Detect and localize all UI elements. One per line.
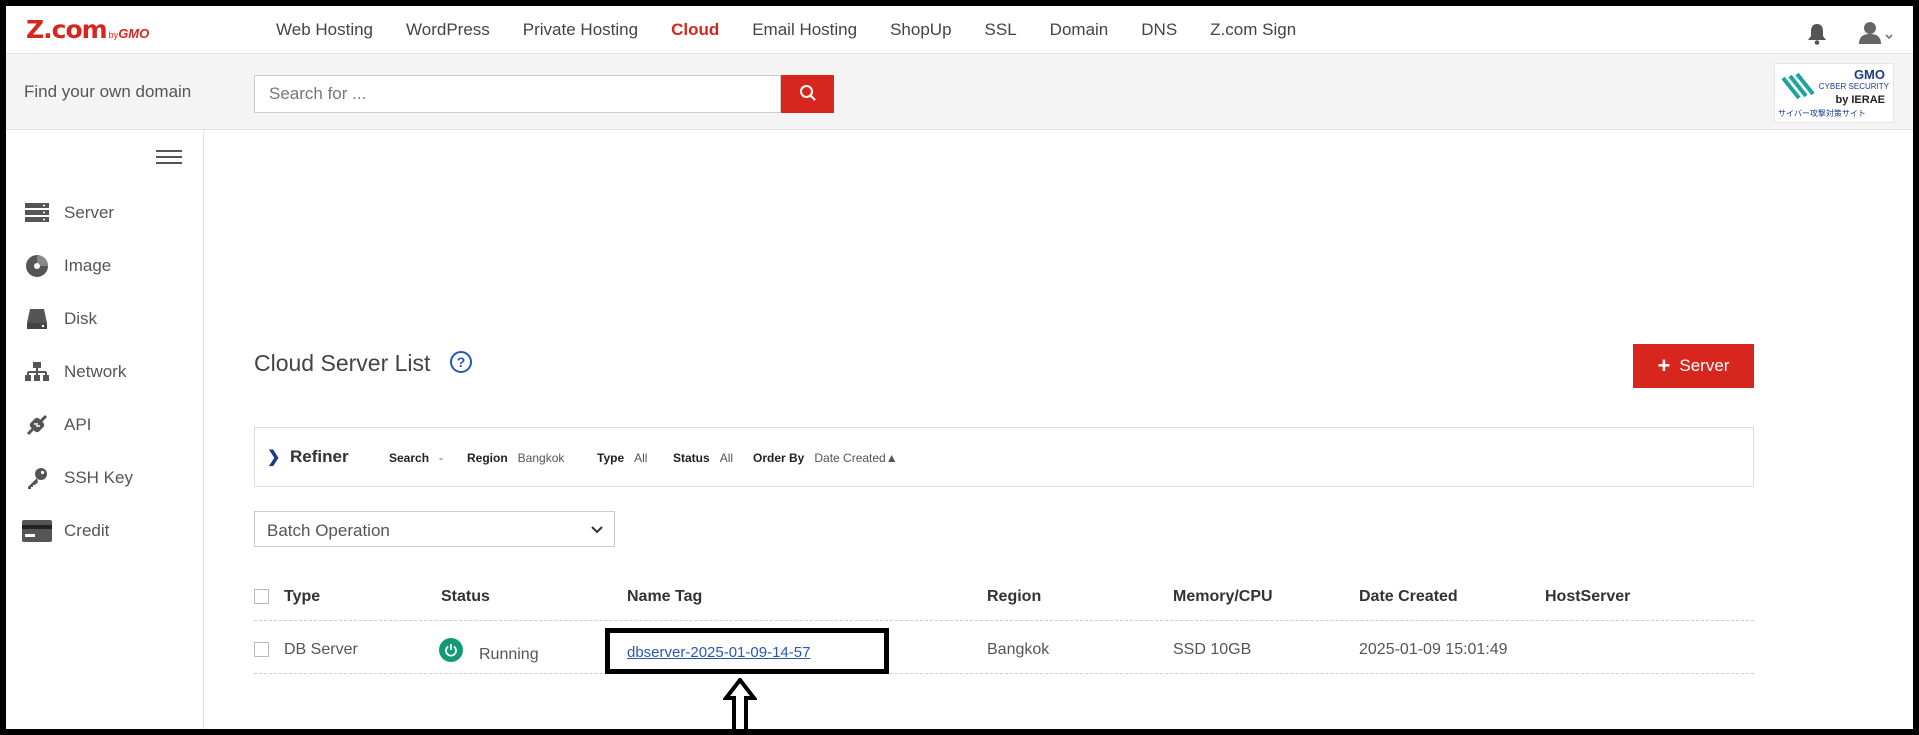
nav-shopup[interactable]: ShopUp	[890, 20, 951, 40]
key-icon	[22, 465, 52, 491]
cyber-security-badge[interactable]: GMO CYBER SECURITY by IERAE サイバー攻撃対策サイト	[1774, 63, 1894, 123]
sidebar: Server Image Disk Network API SSH Key Cr…	[6, 131, 204, 729]
sidebar-item-label: Network	[64, 362, 127, 381]
logo-gmo-text: GMO	[118, 26, 150, 41]
main-nav: Web Hosting WordPress Private Hosting Cl…	[276, 6, 1329, 54]
filter-region: Region Bangkok	[467, 451, 565, 465]
refiner-title[interactable]: Refiner	[290, 447, 349, 467]
column-header-memory-cpu[interactable]: Memory/CPU	[1173, 588, 1273, 606]
nav-wordpress[interactable]: WordPress	[406, 20, 490, 40]
add-server-label: Server	[1679, 356, 1730, 375]
network-icon	[22, 359, 52, 385]
user-icon[interactable]	[1859, 21, 1893, 45]
column-header-region[interactable]: Region	[987, 588, 1041, 606]
sidebar-item-label: API	[64, 415, 92, 434]
plus-icon: +	[1657, 353, 1671, 378]
nav-domain[interactable]: Domain	[1050, 20, 1109, 40]
search-button[interactable]	[781, 75, 834, 113]
page-title: Cloud Server List	[254, 350, 431, 376]
nav-web-hosting[interactable]: Web Hosting	[276, 20, 373, 40]
api-icon	[22, 412, 52, 438]
credit-card-icon	[22, 518, 52, 544]
batch-operation-select[interactable]: Batch Operation	[254, 511, 615, 547]
row-checkbox[interactable]	[254, 642, 269, 657]
column-header-hostserver[interactable]: HostServer	[1545, 588, 1630, 606]
select-all-checkbox[interactable]	[254, 589, 269, 604]
help-icon[interactable]: ?	[450, 351, 472, 373]
filter-type: Type All	[597, 451, 648, 465]
badge-line2: by IERAE	[1835, 94, 1885, 106]
sidebar-item-label: Image	[64, 256, 112, 275]
zcom-logo[interactable]: Z.com by GMO	[26, 15, 149, 45]
chevron-down-icon	[590, 520, 604, 543]
add-server-button[interactable]: + Server	[1633, 344, 1754, 388]
badge-brand: GMO	[1853, 67, 1885, 82]
sidebar-item-api[interactable]: API	[22, 410, 91, 440]
column-header-name-tag[interactable]: Name Tag	[627, 588, 702, 606]
badge-line1: CYBER SECURITY	[1818, 82, 1889, 91]
menu-toggle-icon[interactable]	[156, 150, 182, 168]
sidebar-item-ssh-key[interactable]: SSH Key	[22, 463, 133, 493]
badge-line3: サイバー攻撃対策サイト	[1778, 109, 1866, 118]
app-frame: Z.com by GMO Web Hosting WordPress Priva…	[6, 6, 1913, 729]
nav-cloud[interactable]: Cloud	[671, 20, 719, 40]
row-divider	[254, 673, 1754, 674]
sidebar-item-label: Server	[64, 203, 115, 222]
sidebar-item-server[interactable]: Server	[22, 198, 114, 228]
sidebar-item-label: Disk	[64, 309, 98, 328]
logo-by-text: by	[108, 30, 119, 40]
logo-main-text: Z.com	[26, 15, 108, 44]
sidebar-item-disk[interactable]: Disk	[22, 304, 97, 334]
bell-icon[interactable]	[1807, 23, 1827, 45]
cell-region: Bangkok	[987, 641, 1050, 658]
sidebar-item-image[interactable]: Image	[22, 251, 111, 281]
image-icon	[22, 253, 52, 279]
header-divider	[254, 620, 1754, 621]
cell-status: Running	[479, 646, 539, 663]
search-icon	[799, 84, 817, 105]
top-navigation: Z.com by GMO Web Hosting WordPress Priva…	[6, 6, 1913, 54]
filter-order-by: Order By Date Created▲	[753, 451, 898, 465]
cell-memory-cpu: SSD 10GB	[1173, 641, 1252, 658]
column-header-status[interactable]: Status	[441, 588, 490, 606]
annotation-up-arrow-icon	[721, 676, 759, 729]
batch-operation-value: Batch Operation	[267, 521, 390, 540]
nav-dns[interactable]: DNS	[1141, 20, 1177, 40]
sidebar-item-label: Credit	[64, 521, 110, 540]
cell-date-created: 2025-01-09 15:01:49	[1359, 641, 1508, 658]
server-icon	[22, 200, 52, 226]
power-icon	[439, 638, 463, 662]
domain-search-bar: Find your own domain GMO CYBER SECURITY …	[6, 54, 1913, 130]
nav-email-hosting[interactable]: Email Hosting	[752, 20, 857, 40]
filter-status: Status All	[673, 451, 734, 465]
domain-search-input[interactable]	[254, 75, 781, 113]
disk-icon	[22, 306, 52, 332]
ierae-logo-icon	[1781, 72, 1815, 107]
search-title: Find your own domain	[24, 82, 192, 101]
column-header-type[interactable]: Type	[284, 588, 320, 606]
sidebar-item-network[interactable]: Network	[22, 357, 126, 387]
sidebar-item-label: SSH Key	[64, 468, 133, 487]
nav-zcom-sign[interactable]: Z.com Sign	[1210, 20, 1296, 40]
annotation-highlight-box	[605, 628, 889, 674]
nav-private-hosting[interactable]: Private Hosting	[523, 20, 638, 40]
sidebar-item-credit[interactable]: Credit	[22, 516, 109, 546]
nav-ssl[interactable]: SSL	[985, 20, 1017, 40]
filter-search: Search -	[389, 451, 444, 465]
column-header-date-created[interactable]: Date Created	[1359, 588, 1458, 606]
cell-type: DB Server	[284, 641, 358, 658]
chevron-right-icon[interactable]: ❯	[267, 447, 280, 467]
refiner-panel[interactable]: ❯ Refiner Search - Region Bangkok Type All …	[254, 427, 1754, 487]
